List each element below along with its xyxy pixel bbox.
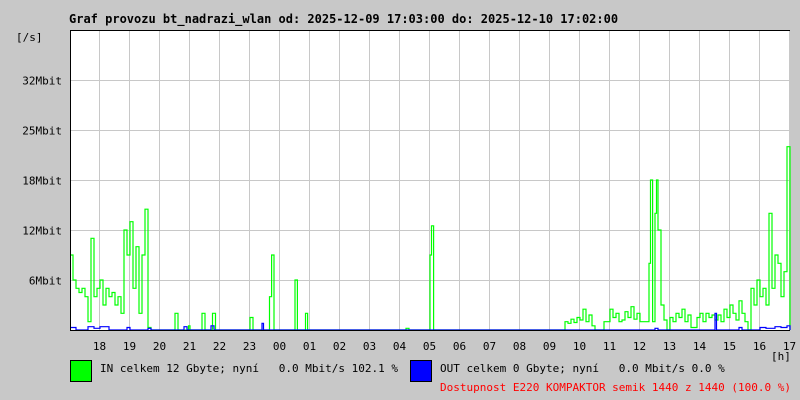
x-tick-label: 21 <box>183 340 196 353</box>
x-tick-label: 08 <box>513 340 526 353</box>
x-tick-label: 14 <box>693 340 707 353</box>
y-tick-label: 18Mbit <box>22 175 62 188</box>
x-tick-label: 07 <box>483 340 496 353</box>
x-tick-label: 13 <box>663 340 676 353</box>
traffic-chart: 18 19 20 21 22 23 00 01 02 03 04 05 06 07 08 09 10 11 12 13… <box>16 30 796 363</box>
x-tick-label: 00 <box>273 340 286 353</box>
x-tick-label: 20 <box>153 340 166 353</box>
x-tick-label: 19 <box>123 340 136 353</box>
legend-in-swatch <box>70 360 92 382</box>
x-tick-label: 02 <box>333 340 346 353</box>
availability-text: Dostupnost E220 KOMPAKTOR semik 1440 z 1… <box>440 381 791 394</box>
x-tick-label: 22 <box>213 340 226 353</box>
legend-out-text: OUT celkem 0 Gbyte; nyní 0.0 Mbit/s 0.0 … <box>440 362 725 375</box>
x-tick-label: 23 <box>243 340 256 353</box>
x-tick-label: 12 <box>633 340 646 353</box>
x-axis-unit: [h] <box>771 350 791 363</box>
y-tick-label: 6Mbit <box>29 275 62 288</box>
x-tick-label: 18 <box>93 340 106 353</box>
x-tick-label: 05 <box>423 340 436 353</box>
x-tick-label: 15 <box>723 340 736 353</box>
x-tick-label: 06 <box>453 340 466 353</box>
y-tick-label: 32Mbit <box>22 75 62 88</box>
x-tick-label: 16 <box>753 340 766 353</box>
y-axis-unit: [/s] <box>16 31 43 44</box>
x-tick-label: 01 <box>303 340 316 353</box>
x-tick-label: 09 <box>543 340 556 353</box>
x-tick-label: 10 <box>573 340 586 353</box>
legend-in-text: IN celkem 12 Gbyte; nyní 0.0 Mbit/s 102.… <box>100 362 399 375</box>
x-tick-label: 11 <box>603 340 616 353</box>
x-tick-label: 04 <box>393 340 407 353</box>
y-tick-label: 25Mbit <box>22 125 62 138</box>
y-tick-label: 12Mbit <box>22 225 62 238</box>
x-tick-label: 03 <box>363 340 376 353</box>
legend-out-swatch <box>410 360 432 382</box>
